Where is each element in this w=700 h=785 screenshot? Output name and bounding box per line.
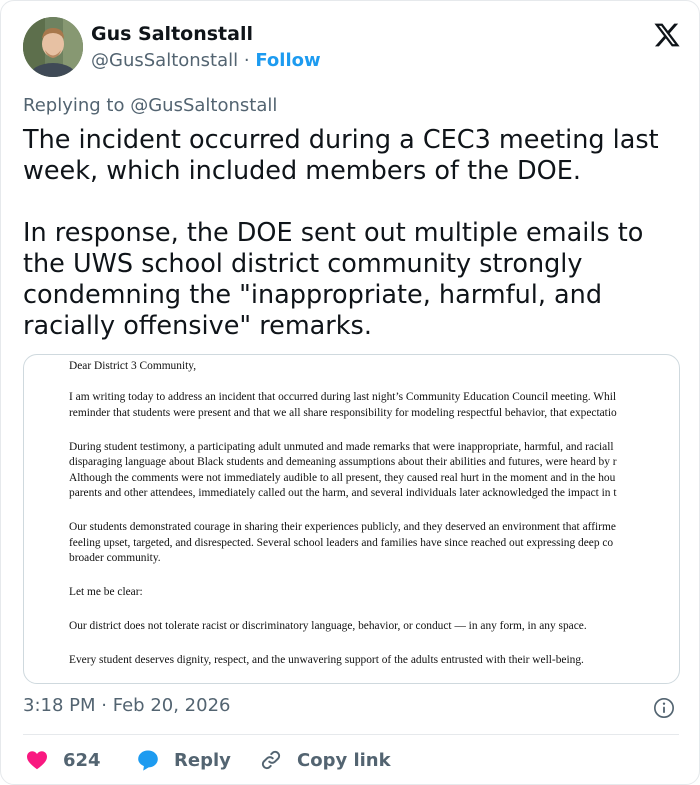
doc-line: parents and other attendees, immediately… — [69, 487, 617, 499]
doc-line: broader community. — [69, 552, 161, 564]
copy-link-label: Copy link — [297, 749, 391, 771]
tweet-text: The incident occurred during a CEC3 meet… — [23, 125, 683, 342]
follow-button[interactable]: Follow — [255, 50, 320, 71]
timestamp-date: Feb 20, 2026 — [112, 695, 231, 716]
heart-icon — [27, 751, 47, 770]
divider — [23, 734, 679, 735]
tweet-paragraph-2: In response, the DOE sent out multiple e… — [23, 218, 644, 341]
document-text: Dear District 3 Community, I am writing … — [69, 359, 679, 669]
tweet-card: Gus Saltonstall @GusSaltonstall · Follow… — [0, 0, 700, 785]
link-icon — [261, 750, 281, 770]
like-button[interactable]: 624 — [25, 745, 101, 775]
doc-line: Although the comments were not immediate… — [69, 471, 616, 484]
reply-bubble-icon — [138, 750, 158, 771]
doc-line: Our district does not tolerate racist or… — [69, 620, 587, 632]
timestamp-separator: · — [101, 695, 107, 716]
doc-line: During student testimony, a participatin… — [69, 440, 614, 453]
author-name[interactable]: Gus Saltonstall — [91, 23, 253, 45]
tweet-timestamp[interactable]: 3:18 PM · Feb 20, 2026 — [23, 695, 230, 716]
reply-button[interactable]: Reply — [136, 745, 231, 775]
doc-line: feeling upset, targeted, and disrespecte… — [69, 536, 614, 549]
replying-to: Replying to @GusSaltonstall — [23, 95, 277, 116]
doc-salutation: Dear District 3 Community, — [69, 360, 197, 372]
avatar-photo — [23, 17, 83, 77]
doc-line: I am writing today to address an inciden… — [69, 391, 617, 403]
reply-label: Reply — [174, 749, 231, 771]
info-icon[interactable] — [653, 697, 675, 719]
doc-line: disparaging language about Black student… — [69, 456, 617, 468]
tweet-paragraph-1: The incident occurred during a CEC3 meet… — [23, 125, 659, 186]
author-handle-row: @GusSaltonstall · Follow — [91, 50, 321, 71]
replying-handle-link[interactable]: @GusSaltonstall — [130, 95, 277, 116]
timestamp-time: 3:18 PM — [23, 695, 96, 716]
tweet-header: Gus Saltonstall @GusSaltonstall · Follow — [23, 17, 683, 81]
like-count: 624 — [63, 749, 101, 771]
doc-line: reminder that students were present and … — [69, 406, 617, 419]
doc-line: Let me be clear: — [69, 586, 143, 598]
handle-separator: · — [243, 50, 250, 71]
author-handle[interactable]: @GusSaltonstall — [91, 50, 238, 71]
avatar[interactable] — [23, 17, 83, 77]
attached-document-image[interactable]: Dear District 3 Community, I am writing … — [23, 354, 680, 684]
copy-link-button[interactable]: Copy link — [259, 745, 391, 775]
doc-line: Our students demonstrated courage in sha… — [69, 521, 616, 533]
replying-prefix: Replying to — [23, 95, 125, 116]
doc-line: Every student deserves dignity, respect,… — [69, 654, 584, 666]
action-bar: 624 Reply Copy link — [23, 745, 683, 775]
x-logo-icon[interactable] — [653, 21, 681, 49]
